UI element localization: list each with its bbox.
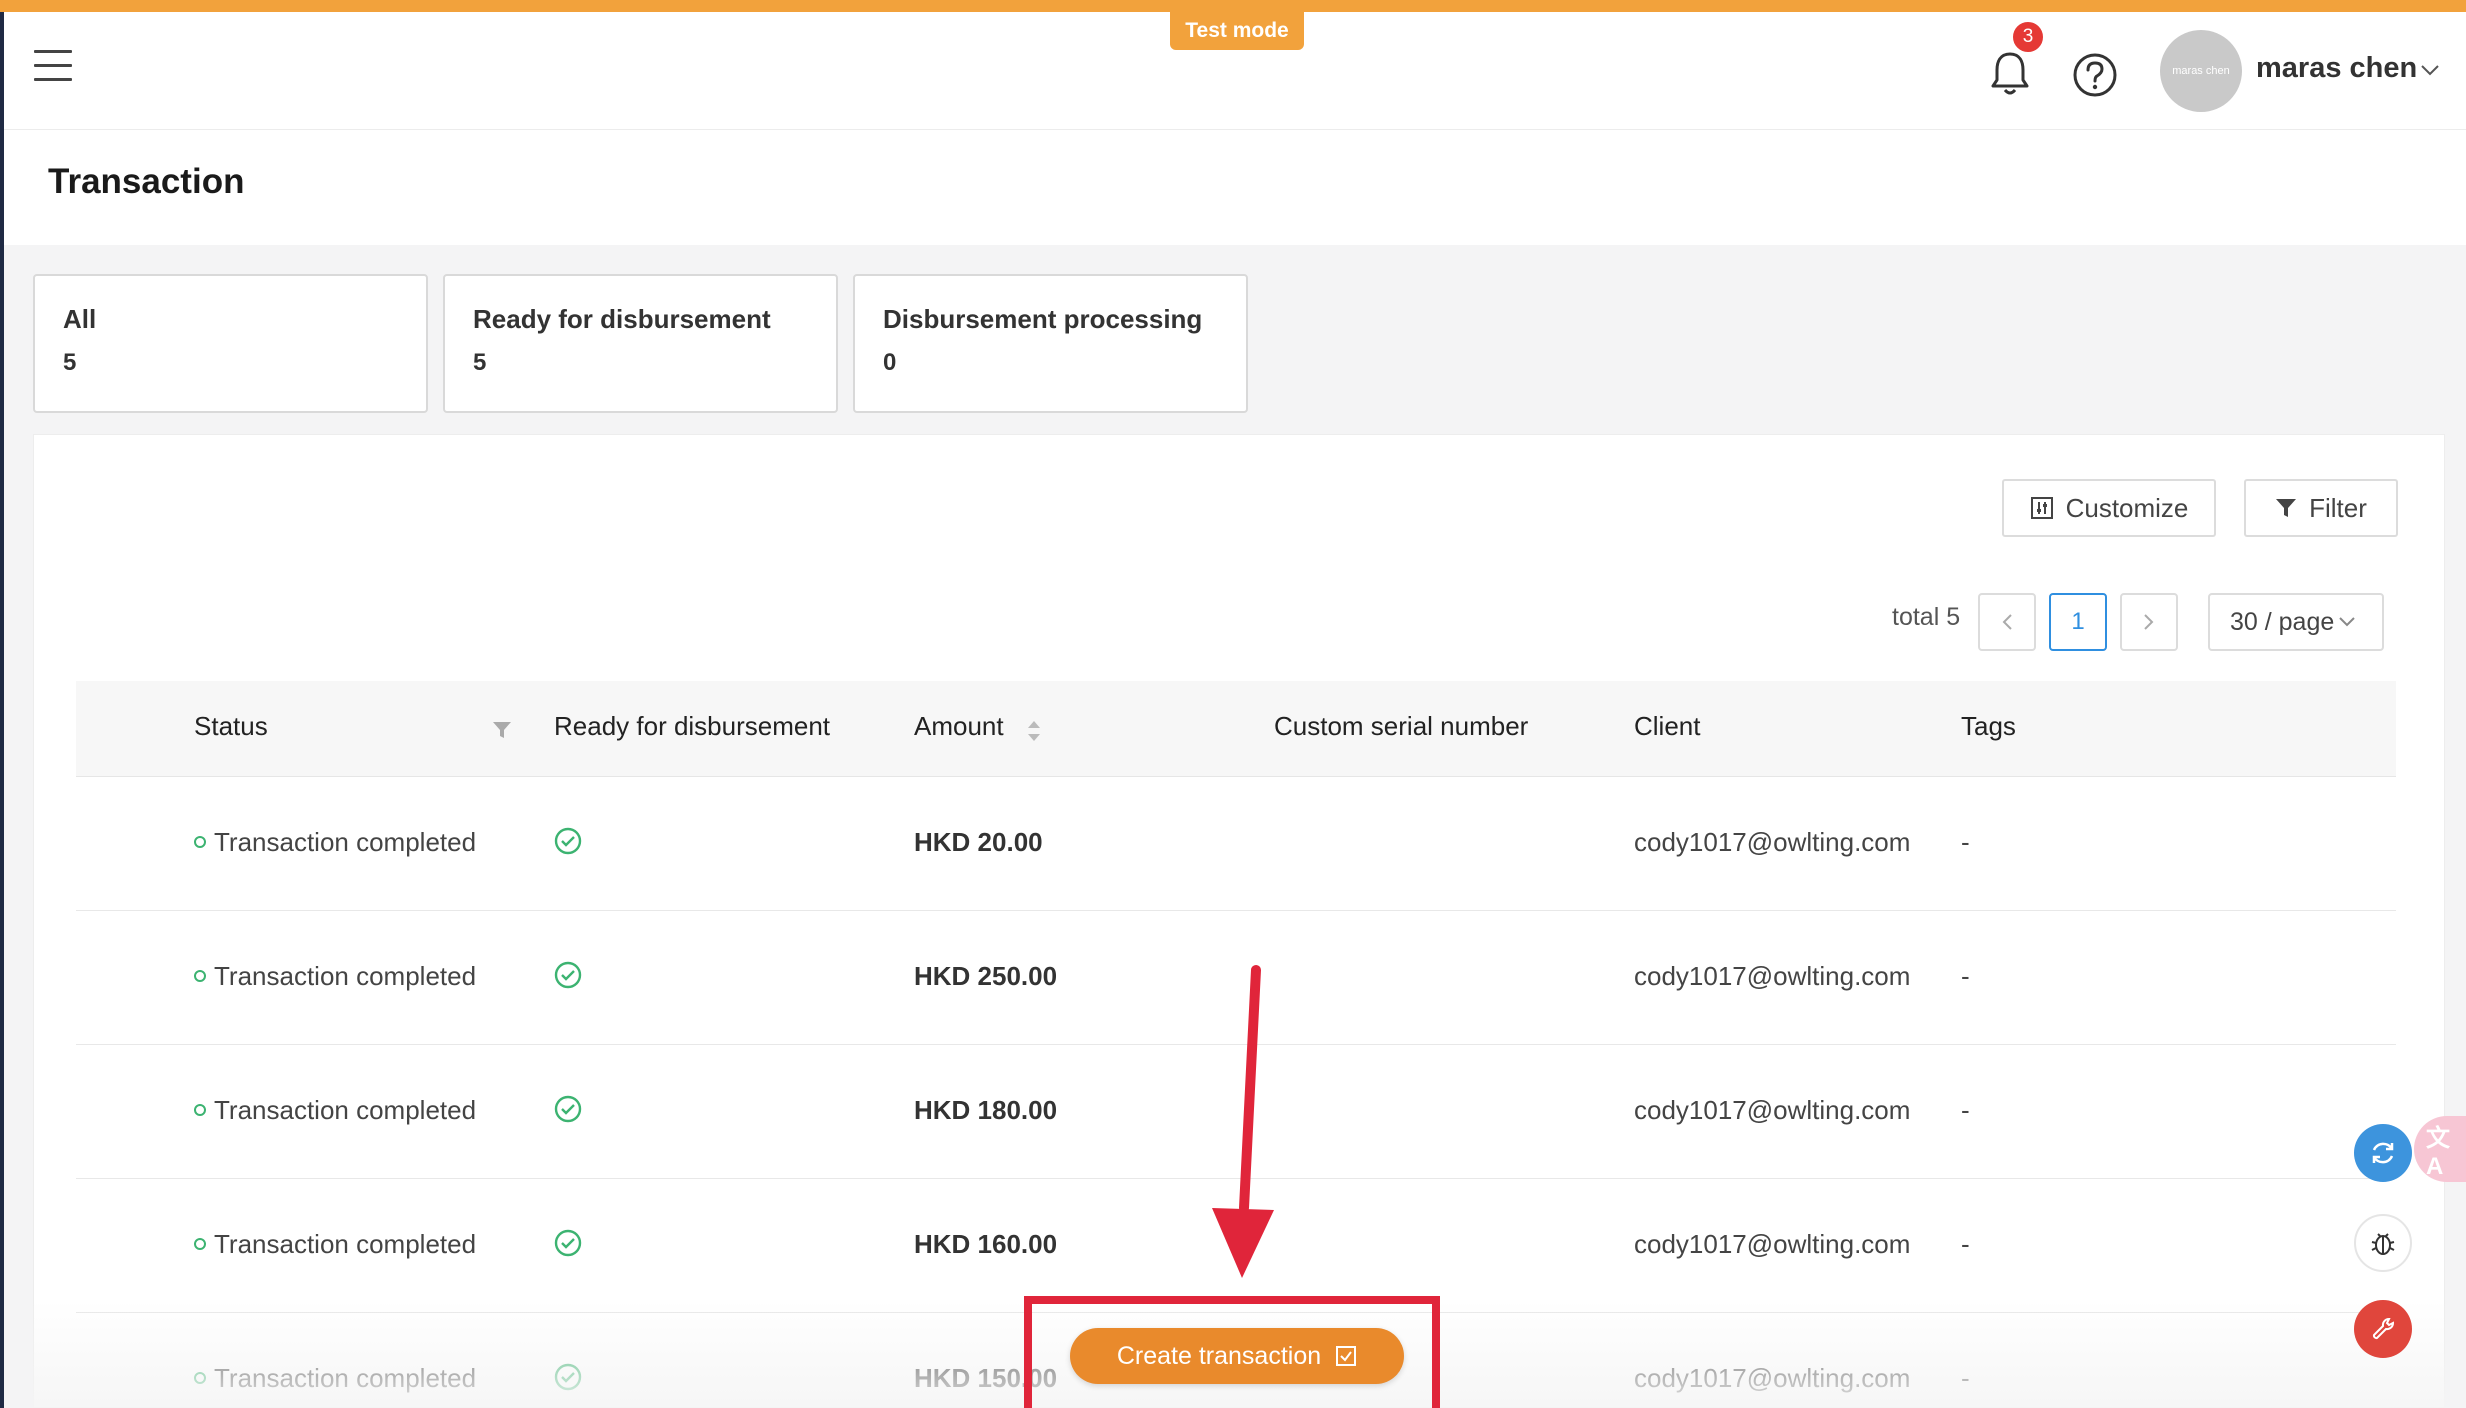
column-amount[interactable]: Amount: [914, 711, 1004, 742]
stat-card-count: 5: [473, 349, 487, 376]
refresh-button[interactable]: [2354, 1124, 2412, 1182]
user-name[interactable]: maras chen: [2256, 52, 2417, 85]
tags-cell: -: [1961, 1095, 1970, 1125]
filter-icon[interactable]: [492, 721, 512, 739]
status-cell: Transaction completed: [194, 1229, 476, 1260]
customize-icon: [2030, 497, 2053, 519]
filter-icon: [2276, 499, 2297, 517]
status-dot: [194, 836, 206, 848]
client-cell: cody1017@owlting.com: [1634, 827, 1911, 857]
chevron-down-icon: [2339, 617, 2355, 627]
notification-badge: 3: [2011, 20, 2045, 54]
stat-card-ready[interactable]: Ready for disbursement 5: [443, 274, 838, 413]
chevron-left-icon: [2002, 614, 2012, 630]
tags-cell: -: [1961, 1363, 1970, 1393]
external-icon: [1336, 1346, 1357, 1366]
tools-button[interactable]: [2354, 1300, 2412, 1358]
avatar[interactable]: maras chen: [2160, 30, 2242, 112]
client-cell: cody1017@owlting.com: [1634, 961, 1911, 991]
stat-card-label: Disbursement processing: [883, 304, 1203, 334]
status-cell: Transaction completed: [194, 827, 476, 858]
test-mode-badge: Test mode: [1170, 12, 1304, 50]
test-mode-bar: [0, 0, 2466, 12]
column-tags: Tags: [1961, 711, 2016, 741]
debug-button[interactable]: [2354, 1214, 2412, 1272]
wrench-icon: [2372, 1317, 2395, 1340]
create-transaction-label: Create transaction: [1116, 1341, 1322, 1370]
stat-card-processing[interactable]: Disbursement processing 0: [853, 274, 1248, 413]
bug-icon: [2371, 1233, 2395, 1255]
page-title: Transaction: [48, 162, 245, 201]
page-title-bar: Transaction: [4, 130, 2466, 245]
create-transaction-button[interactable]: Create transaction: [1070, 1328, 1404, 1384]
sort-icon[interactable]: [1026, 719, 1042, 743]
status-text: Transaction completed: [214, 1363, 477, 1393]
table-header: Status Ready for disbursement Amount Cus…: [76, 681, 2396, 777]
status-dot: [194, 1372, 206, 1384]
column-serial: Custom serial number: [1274, 711, 1529, 741]
stat-card-count: 5: [63, 349, 77, 376]
annotation-arrow: [1212, 965, 1274, 1278]
total-count: total 5: [1892, 603, 1961, 631]
amount-cell: HKD 160.00: [914, 1229, 1058, 1259]
client-cell: cody1017@owlting.com: [1634, 1229, 1911, 1259]
check-circle-icon: [554, 1095, 582, 1123]
status-dot: [194, 1104, 206, 1116]
table-row[interactable]: Transaction completed HKD 20.00 cody1017…: [76, 777, 2396, 911]
column-client: Client: [1634, 711, 1701, 741]
status-text: Transaction completed: [214, 961, 477, 991]
status-cell: Transaction completed: [194, 1363, 476, 1394]
status-cell: Transaction completed: [194, 1095, 476, 1126]
status-text: Transaction completed: [214, 1095, 477, 1125]
status-dot: [194, 1238, 206, 1250]
status-dot: [194, 970, 206, 982]
help-icon[interactable]: [2072, 52, 2118, 98]
page-button-current[interactable]: 1: [2049, 593, 2107, 651]
bell-icon[interactable]: [1988, 48, 2032, 98]
status-text: Transaction completed: [214, 827, 477, 857]
prev-page-button[interactable]: [1978, 593, 2036, 651]
column-ready: Ready for disbursement: [554, 711, 831, 741]
chevron-down-icon[interactable]: [2420, 64, 2440, 76]
client-cell: cody1017@owlting.com: [1634, 1095, 1911, 1125]
column-status: Status: [194, 711, 268, 741]
amount-cell: HKD 20.00: [914, 827, 1043, 857]
check-circle-icon: [554, 961, 582, 989]
check-circle-icon: [554, 827, 582, 855]
stat-card-all[interactable]: All 5: [33, 274, 428, 413]
status-text: Transaction completed: [214, 1229, 477, 1259]
stat-card-label: Ready for disbursement: [473, 304, 771, 334]
filter-button[interactable]: Filter: [2244, 479, 2398, 537]
customize-button[interactable]: Customize: [2002, 479, 2216, 537]
stat-card-label: All: [63, 304, 97, 334]
tags-cell: -: [1961, 961, 1970, 991]
next-page-button[interactable]: [2120, 593, 2178, 651]
translate-icon: 文A: [2426, 1124, 2450, 1180]
refresh-icon: [2372, 1142, 2394, 1164]
stat-card-count: 0: [883, 349, 897, 376]
check-circle-icon: [554, 1363, 582, 1391]
client-cell: cody1017@owlting.com: [1634, 1363, 1911, 1393]
menu-icon[interactable]: [34, 50, 72, 84]
check-circle-icon: [554, 1229, 582, 1257]
status-cell: Transaction completed: [194, 961, 476, 992]
tags-cell: -: [1961, 1229, 1970, 1259]
chevron-right-icon: [2144, 614, 2154, 630]
amount-cell: HKD 180.00: [914, 1095, 1058, 1125]
customize-label: Customize: [2065, 492, 2189, 523]
tags-cell: -: [1961, 827, 1970, 857]
amount-cell: HKD 250.00: [914, 961, 1058, 991]
filter-label: Filter: [2309, 492, 2367, 523]
page-size-select[interactable]: 30 / page: [2208, 593, 2384, 651]
page-size-value: 30 / page: [2230, 607, 2335, 636]
